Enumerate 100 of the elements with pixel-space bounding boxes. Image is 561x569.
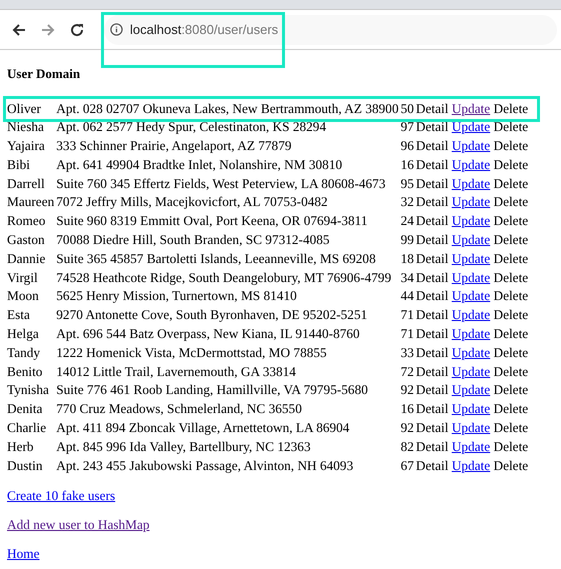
user-age: 44 [400,288,414,304]
update-link[interactable]: Update [452,270,490,285]
detail-text: Detail [416,382,448,398]
delete-text: Delete [493,326,528,342]
nav-link[interactable]: Add new user to HashMap [7,516,150,534]
user-address: 9270 Antonette Cove, South Byronhaven, DE 95202-5251 [56,307,368,322]
update-link[interactable]: Update [452,176,490,191]
update-link[interactable]: Update [452,420,490,436]
user-name: Niesha [7,119,44,134]
user-address: 5625 Henry Mission, Turnertown, MS 81410 [56,288,297,304]
update-link[interactable]: Update [452,458,490,473]
user-address: Apt. 062 2577 Hedy Spur, Celestinaton, KS 28294 [56,119,326,134]
reload-icon[interactable] [70,22,84,36]
user-address: Apt. 411 894 Zboncak Village, Arnettetown, LA 86904 [56,420,350,436]
update-link[interactable]: Update [452,250,490,266]
user-name: Denita [7,401,42,416]
update-link[interactable]: Update [452,326,490,342]
delete-text: Delete [493,382,528,398]
detail-text: Detail [416,232,448,248]
update-link[interactable]: Update [452,213,490,228]
detail-text: Detail [416,194,448,210]
update-link[interactable]: Update [452,401,490,416]
user-age: 16 [400,156,414,172]
user-name: Esta [7,307,30,322]
update-link[interactable]: Update [452,438,490,454]
user-address: 74528 Heathcote Ridge, South Deangelobury, MT 76906-4799 [56,270,392,285]
user-address: 333 Schinner Prairie, Angelaport, AZ 77879 [56,138,292,154]
update-link[interactable]: Update [452,364,490,379]
page-heading: User Domain [7,65,82,83]
user-address: 14012 Little Trail, Lavernemouth, GA 33814 [56,364,296,379]
detail-text: Detail [416,250,448,266]
detail-text: Detail [416,119,448,134]
user-address: Suite 365 45857 Bartoletti Islands, Leeanneville, MS 69208 [56,250,376,266]
detail-text: Detail [416,458,448,473]
user-address: Apt. 028 02707 Okuneva Lakes, New Bertrammouth, AZ 38900 [56,100,399,116]
detail-text: Detail [416,100,448,116]
user-address: Apt. 243 455 Jakubowski Passage, Alvinton, NH 64093 [56,458,354,473]
detail-text: Detail [416,438,448,454]
back-icon[interactable] [12,22,26,36]
delete-text: Delete [493,138,528,154]
user-address: Apt. 696 544 Batz Overpass, New Kiana, IL 91440-8760 [56,326,360,342]
update-link[interactable]: Update [452,156,490,172]
update-link[interactable]: Update [452,344,490,360]
update-link[interactable]: Update [452,232,490,248]
user-name: Darrell [7,176,45,191]
detail-text: Detail [416,401,448,416]
user-name: Benito [7,364,42,379]
detail-text: Detail [416,288,448,304]
user-address: 1222 Homenick Vista, McDermottstad, MO 78855 [56,344,327,360]
detail-text: Detail [416,307,448,322]
delete-text: Delete [493,194,528,210]
user-name: Gaston [7,232,45,248]
user-name: Moon [7,288,39,304]
user-age: 92 [400,420,414,436]
delete-text: Delete [493,232,528,248]
url-text: localhost:8080/user/users [130,20,278,39]
user-age: 96 [400,138,414,154]
detail-text: Detail [416,156,448,172]
update-link[interactable]: Update [452,100,490,116]
user-age: 24 [400,213,414,228]
delete-text: Delete [493,270,528,285]
delete-text: Delete [493,176,528,191]
detail-text: Detail [416,344,448,360]
update-link[interactable]: Update [452,119,490,134]
delete-text: Delete [493,458,528,473]
update-link[interactable]: Update [452,194,490,210]
user-name: Herb [7,438,34,454]
detail-text: Detail [416,326,448,342]
user-name: Yajaira [7,138,45,154]
delete-text: Delete [493,344,528,360]
forward-icon[interactable] [41,22,55,36]
info-icon [110,23,123,36]
user-name: Tandy [7,344,40,360]
user-age: 71 [400,326,414,342]
user-address: Apt. 641 49904 Bradtke Inlet, Nolanshire, NM 30810 [56,156,342,172]
delete-text: Delete [493,250,528,266]
user-name: Oliver [7,100,41,116]
user-address: Suite 760 345 Effertz Fields, West Peterview, LA 80608-4673 [56,176,386,191]
detail-text: Detail [416,270,448,285]
user-name: Tynisha [7,382,49,398]
user-age: 33 [400,344,414,360]
update-link[interactable]: Update [452,288,490,304]
delete-text: Delete [493,119,528,134]
nav-link[interactable]: Home [7,545,40,564]
update-link[interactable]: Update [452,307,490,322]
user-age: 92 [400,382,414,398]
user-age: 71 [400,307,414,322]
update-link[interactable]: Update [452,138,490,154]
delete-text: Delete [493,288,528,304]
user-age: 18 [400,250,414,266]
address-bar[interactable]: localhost:8080/user/users [104,14,557,44]
nav-link[interactable]: Create 10 fake users [7,487,116,506]
delete-text: Delete [493,307,528,322]
user-name: Bibi [7,156,30,172]
detail-text: Detail [416,420,448,436]
user-name: Maureen [7,194,54,210]
user-address: Apt. 845 996 Ida Valley, Bartellbury, NC 12363 [56,438,311,454]
delete-text: Delete [493,420,528,436]
update-link[interactable]: Update [452,382,490,398]
user-age: 67 [400,458,414,473]
